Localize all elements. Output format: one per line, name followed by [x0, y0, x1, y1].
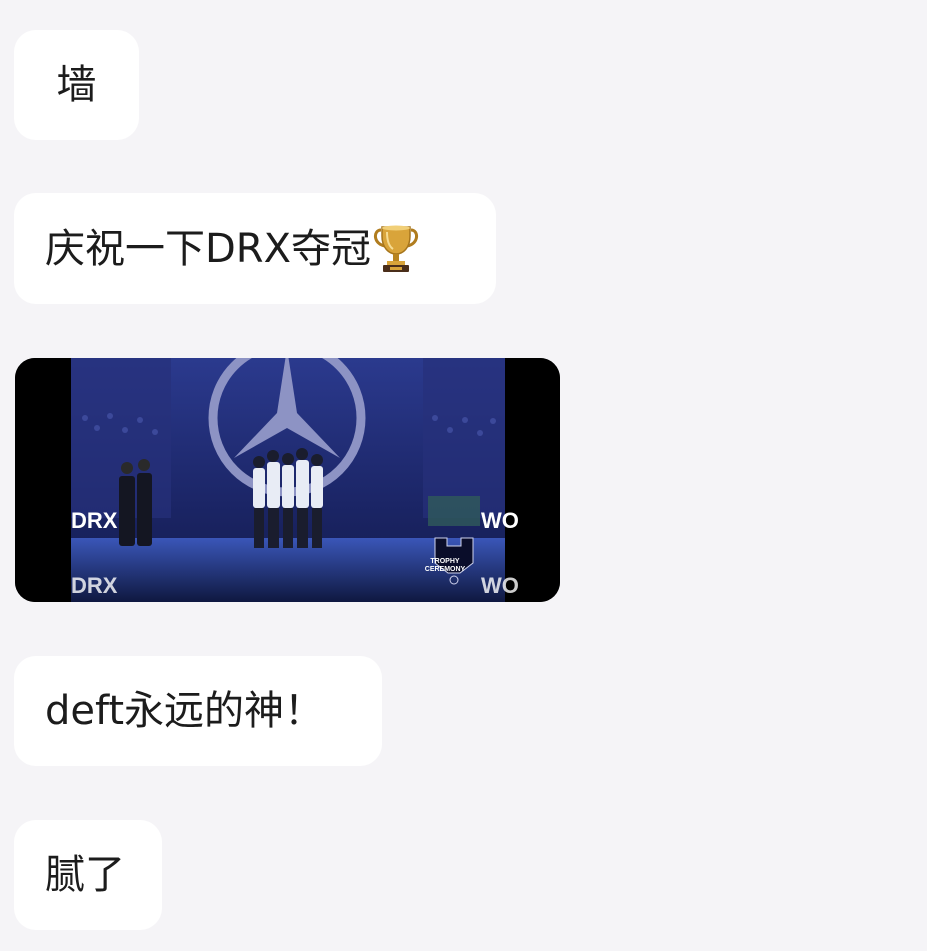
chat-thread: 墙 庆祝一下DRX夺冠 DRX DRX WO WO TROPHY CEREMON… [0, 0, 927, 951]
message-text: 墙 [56, 62, 97, 108]
overlay-left-text: DRX [71, 508, 118, 533]
svg-text:DRX: DRX [71, 573, 118, 598]
message-text: deft永远的神！ [45, 688, 325, 734]
message-bubble[interactable]: deft永远的神！ [14, 656, 382, 766]
message-bubble[interactable]: 腻了 [14, 820, 162, 930]
message-bubble[interactable]: 庆祝一下DRX夺冠 [14, 193, 496, 304]
overlay-brand-text: TROPHY CEREMONY [424, 558, 466, 573]
trophy-icon [373, 224, 419, 274]
svg-text:WO: WO [481, 573, 519, 598]
message-text: 庆祝一下DRX夺冠 [45, 225, 371, 272]
svg-text:WO: WO [481, 508, 519, 533]
video-message[interactable]: DRX DRX WO WO TROPHY CEREMONY [15, 358, 560, 602]
message-text: 腻了 [45, 852, 125, 898]
message-bubble[interactable]: 墙 [14, 30, 139, 140]
